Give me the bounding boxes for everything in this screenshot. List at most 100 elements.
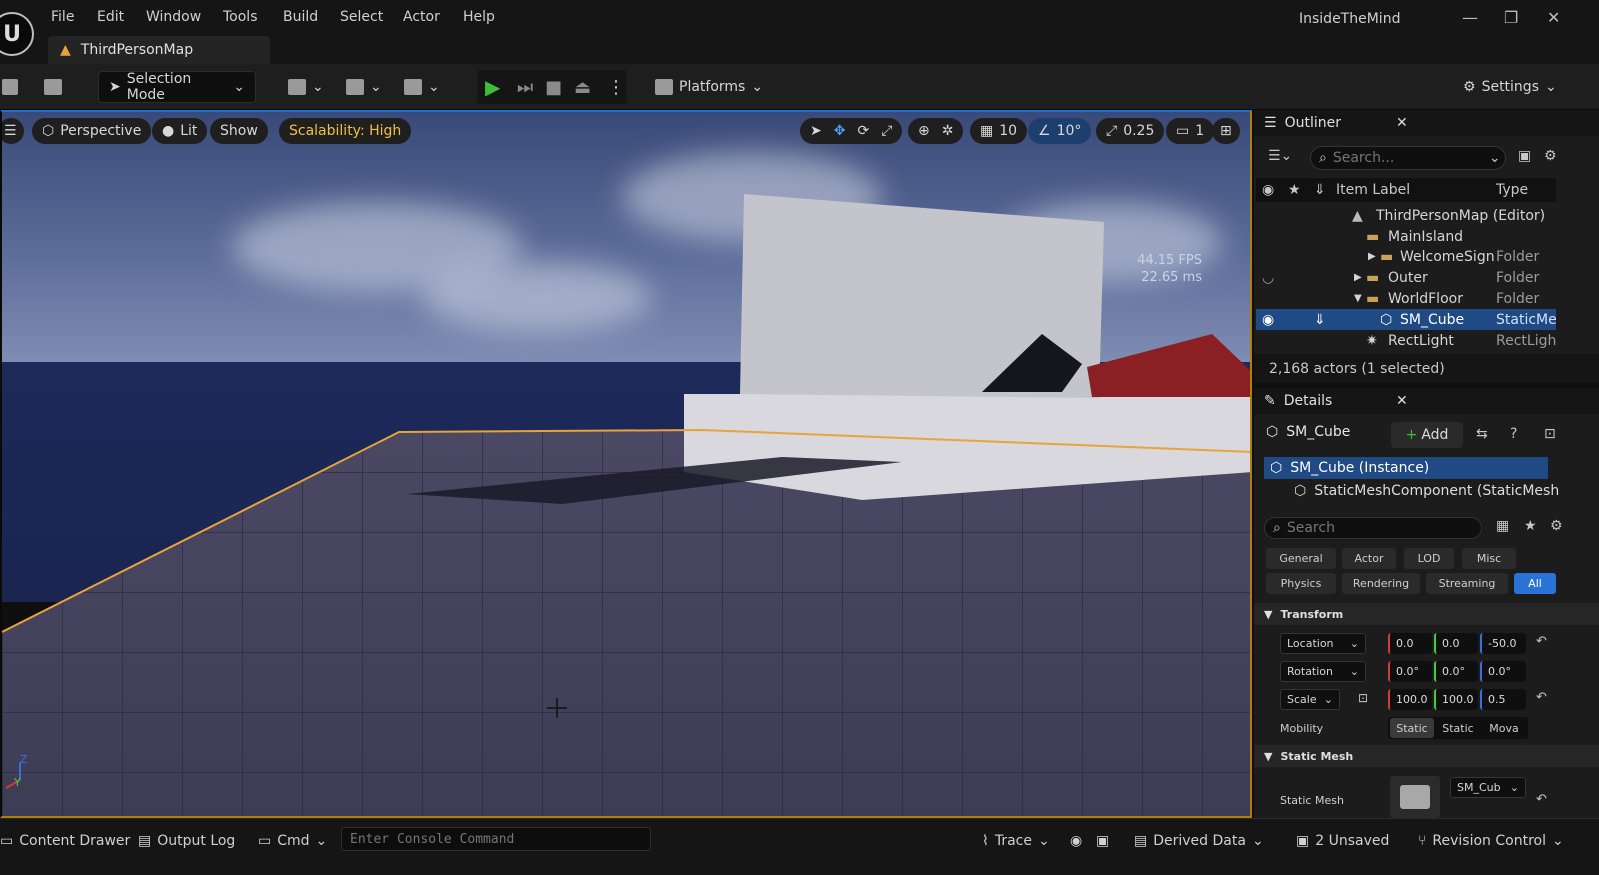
screenshot-icon[interactable]: ▣ xyxy=(1096,829,1109,853)
filter-rendering[interactable]: Rendering xyxy=(1342,573,1420,594)
menu-select[interactable]: Select xyxy=(340,9,383,25)
restore-icon[interactable]: ❐ xyxy=(1504,8,1518,27)
menu-file[interactable]: File xyxy=(51,9,74,25)
mobility-movable[interactable]: Mova xyxy=(1482,718,1526,738)
close-icon[interactable]: ✕ xyxy=(1547,8,1560,27)
scale-x[interactable]: 100.0 xyxy=(1388,689,1432,710)
col-type[interactable]: Type xyxy=(1496,182,1528,198)
filter-streaming[interactable]: Streaming xyxy=(1426,573,1508,594)
grid-snap-button[interactable]: ▦ 10 xyxy=(970,118,1028,144)
hidden-icon[interactable]: ◡ xyxy=(1262,270,1274,286)
scale-snap-button[interactable]: ⤢ 0.25 xyxy=(1096,118,1165,144)
star-icon[interactable]: ★ xyxy=(1288,182,1301,198)
tree-row[interactable]: ▲ ThirdPersonMap (Editor) xyxy=(1256,205,1556,226)
pin-icon[interactable]: ⇓ xyxy=(1314,312,1326,328)
filter-icon[interactable]: ☰⌄ xyxy=(1268,148,1292,164)
save-icon[interactable] xyxy=(2,71,18,103)
component-row[interactable]: ⬡ StaticMeshComponent (StaticMesh xyxy=(1294,483,1559,499)
stop-icon[interactable]: ■ xyxy=(545,71,562,103)
rotate-tool-icon[interactable]: ⟳ xyxy=(857,123,869,139)
add-folder-icon[interactable]: ▣ xyxy=(1518,148,1531,164)
content-browser-icon[interactable] xyxy=(44,71,62,103)
add-actor-button[interactable]: ⌄ xyxy=(288,71,324,103)
reset-icon[interactable]: ↶ xyxy=(1536,634,1547,649)
blueprint-button[interactable]: ⌄ xyxy=(346,71,382,103)
rotation-snap-button[interactable]: ∠ 10° xyxy=(1028,118,1092,144)
table-icon[interactable]: ▦ xyxy=(1496,518,1509,534)
camera-speed-button[interactable]: ▭ 1 xyxy=(1166,118,1215,144)
menu-tools[interactable]: Tools xyxy=(223,9,258,25)
output-log-button[interactable]: ▤ Output Log xyxy=(138,829,235,853)
filter-lod[interactable]: LOD xyxy=(1404,548,1454,569)
mesh-thumbnail[interactable] xyxy=(1390,776,1440,818)
col-item-label[interactable]: Item Label xyxy=(1336,182,1410,198)
rotation-z[interactable]: 0.0° xyxy=(1480,661,1526,682)
menu-edit[interactable]: Edit xyxy=(97,9,124,25)
transform-section[interactable]: ▼ Transform xyxy=(1254,603,1599,625)
settings-button[interactable]: ⚙ Settings ⌄ xyxy=(1463,71,1557,103)
cmd-dropdown[interactable]: ▭ Cmd ⌄ xyxy=(258,829,327,853)
cinematics-button[interactable]: ⌄ xyxy=(404,71,440,103)
scale-y[interactable]: 100.0 xyxy=(1434,689,1478,710)
world-icon[interactable]: ⊕ xyxy=(918,123,930,139)
outliner-search[interactable]: ⌕ ⌄ xyxy=(1310,146,1506,170)
console-command-input[interactable] xyxy=(341,827,651,851)
unreal-logo-icon[interactable]: U xyxy=(0,12,34,56)
location-z[interactable]: -50.0 xyxy=(1480,633,1526,654)
details-search[interactable]: ⌕ xyxy=(1264,517,1482,539)
reset-icon[interactable]: ↶ xyxy=(1536,792,1547,807)
platforms-button[interactable]: Platforms ⌄ xyxy=(655,71,763,103)
map-tab[interactable]: ▲ ThirdPersonMap xyxy=(48,36,270,64)
filter-physics[interactable]: Physics xyxy=(1266,573,1336,594)
rotation-y[interactable]: 0.0° xyxy=(1434,661,1478,682)
chevron-down-icon[interactable]: ▼ xyxy=(1354,293,1362,304)
location-y[interactable]: 0.0 xyxy=(1434,633,1478,654)
tree-row-selected[interactable]: ◉ ⇓ ⬡ SM_Cube StaticMe xyxy=(1256,309,1557,330)
select-tool-icon[interactable]: ➤ xyxy=(810,123,822,139)
layout-icon[interactable]: ⊞ xyxy=(1212,118,1240,144)
static-mesh-dropdown[interactable]: SM_Cub ⌄ xyxy=(1450,777,1526,798)
perspective-button[interactable]: ⬡ Perspective xyxy=(32,118,152,144)
component-instance-row[interactable]: ⬡ SM_Cube (Instance) xyxy=(1264,457,1548,479)
play-icon[interactable]: ▶ xyxy=(485,71,500,103)
menu-build[interactable]: Build xyxy=(283,9,318,25)
mobility-static[interactable]: Static xyxy=(1390,718,1434,738)
filter-actor[interactable]: Actor xyxy=(1342,548,1396,569)
tree-row[interactable]: ◡ ▶ ▬ Outer Folder xyxy=(1256,267,1556,288)
details-search-input[interactable] xyxy=(1286,520,1457,536)
filter-all[interactable]: All xyxy=(1514,573,1556,594)
tree-row[interactable]: ▶ ▬ WelcomeSign Folder xyxy=(1256,246,1556,267)
gear-icon[interactable]: ⚙ xyxy=(1544,148,1557,164)
record-icon[interactable]: ◉ xyxy=(1070,829,1082,853)
visibility-icon[interactable]: ◉ xyxy=(1262,312,1274,328)
gear-icon[interactable]: ⚙ xyxy=(1550,518,1563,534)
lock-icon[interactable]: ⊡ xyxy=(1544,426,1556,442)
lock-icon[interactable]: ⊡ xyxy=(1358,691,1368,705)
static-mesh-section[interactable]: ▼ Static Mesh xyxy=(1254,745,1599,767)
add-component-button[interactable]: + Add xyxy=(1391,422,1463,448)
menu-help[interactable]: Help xyxy=(463,9,495,25)
rotation-dropdown[interactable]: Rotation ⌄ xyxy=(1280,661,1366,682)
blueprint-icon[interactable]: ⇆ xyxy=(1476,426,1488,442)
content-drawer-button[interactable]: ▭ Content Drawer xyxy=(0,829,130,853)
chevron-right-icon[interactable]: ▶ xyxy=(1368,251,1376,262)
location-x[interactable]: 0.0 xyxy=(1388,633,1432,654)
reset-icon[interactable]: ↶ xyxy=(1536,690,1547,705)
scale-z[interactable]: 0.5 xyxy=(1480,689,1526,710)
scale-dropdown[interactable]: Scale ⌄ xyxy=(1280,689,1340,710)
tree-row[interactable]: ✷ RectLight RectLigh xyxy=(1256,330,1556,351)
star-icon[interactable]: ★ xyxy=(1524,518,1537,534)
close-icon[interactable]: ✕ xyxy=(1396,115,1408,131)
minimize-icon[interactable]: — xyxy=(1462,8,1478,27)
revision-control-button[interactable]: ⑂ Revision Control ⌄ xyxy=(1418,829,1564,853)
tree-row[interactable]: ▬ MainIsland xyxy=(1256,226,1556,247)
help-icon[interactable]: ? xyxy=(1510,426,1517,442)
filter-general[interactable]: General xyxy=(1266,548,1336,569)
more-options-icon[interactable]: ⋮ xyxy=(607,71,625,103)
scalability-button[interactable]: Scalability: High xyxy=(279,118,412,144)
filter-misc[interactable]: Misc xyxy=(1462,548,1516,569)
menu-window[interactable]: Window xyxy=(146,9,201,25)
mobility-stationary[interactable]: Static xyxy=(1436,718,1480,738)
surface-snap-icon[interactable]: ✲ xyxy=(942,123,954,139)
visibility-icon[interactable]: ◉ xyxy=(1262,182,1274,198)
